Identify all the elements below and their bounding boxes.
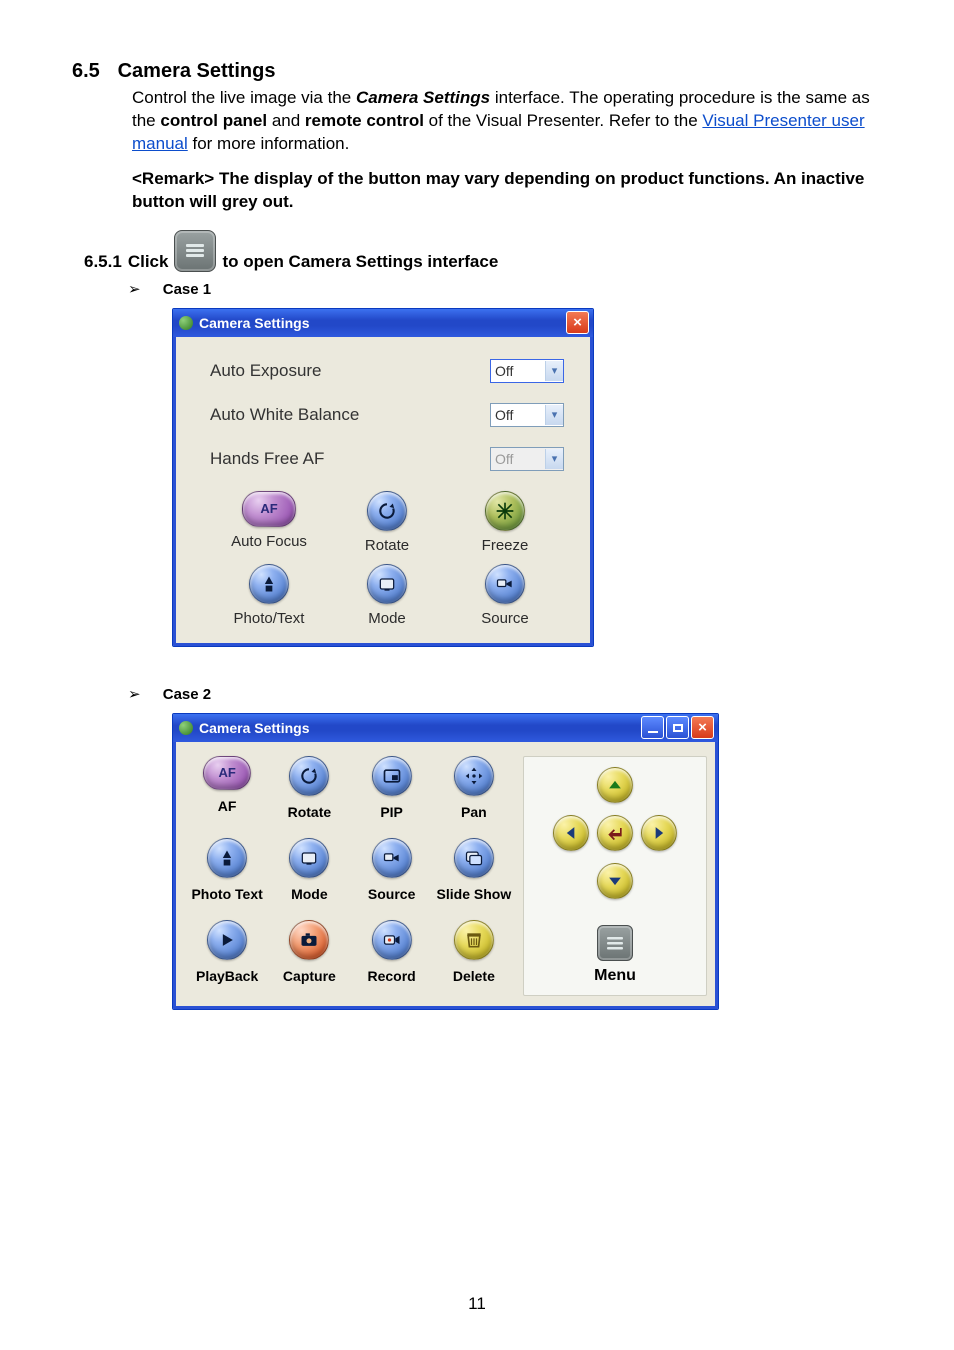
record-icon bbox=[382, 930, 402, 950]
mode-button[interactable] bbox=[367, 564, 407, 604]
capture-button[interactable] bbox=[289, 920, 329, 960]
close-button[interactable]: × bbox=[691, 716, 714, 739]
window-title: Camera Settings bbox=[199, 315, 309, 331]
freeze-button[interactable] bbox=[485, 491, 525, 531]
rotate-button[interactable] bbox=[289, 756, 329, 796]
camera-settings-window-case2: Camera Settings × AF AF Rotate bbox=[172, 713, 719, 1010]
pan-button[interactable] bbox=[454, 756, 494, 796]
app-orb-icon bbox=[179, 721, 193, 735]
rotate-icon bbox=[377, 501, 397, 521]
camera-icon bbox=[299, 930, 319, 950]
close-icon: × bbox=[698, 720, 707, 735]
window-title: Camera Settings bbox=[199, 720, 309, 736]
af-icon: AF bbox=[260, 501, 277, 516]
mode-icon bbox=[299, 848, 319, 868]
page-number: 11 bbox=[0, 1294, 954, 1314]
rotate-button[interactable] bbox=[367, 491, 407, 531]
chevron-down-icon: ▾ bbox=[545, 405, 563, 425]
mode-button[interactable] bbox=[289, 838, 329, 878]
source-icon bbox=[495, 574, 515, 594]
auto-white-balance-label: Auto White Balance bbox=[210, 405, 490, 425]
chevron-down-icon: ▾ bbox=[545, 449, 563, 469]
arrow-down-icon bbox=[605, 871, 625, 891]
case1-label: Case 1 bbox=[163, 281, 211, 298]
section-heading: 6.5 Camera Settings bbox=[72, 60, 886, 83]
hands-free-af-label: Hands Free AF bbox=[210, 449, 490, 469]
camera-settings-icon bbox=[174, 230, 216, 272]
dpad-up-button[interactable] bbox=[597, 767, 633, 803]
delete-button[interactable] bbox=[454, 920, 494, 960]
photo-text-icon bbox=[217, 848, 237, 868]
source-button[interactable] bbox=[372, 838, 412, 878]
photo-text-icon bbox=[259, 574, 279, 594]
play-icon bbox=[217, 930, 237, 950]
sub-after: to open Camera Settings interface bbox=[222, 252, 498, 272]
dpad-left-button[interactable] bbox=[553, 815, 589, 851]
intro-text: Control the live image via the Camera Se… bbox=[132, 87, 886, 156]
case2-label: Case 2 bbox=[163, 686, 211, 703]
camera-settings-window-case1: Camera Settings × Auto Exposure Off ▾ Au… bbox=[172, 308, 594, 647]
playback-button[interactable] bbox=[207, 920, 247, 960]
titlebar[interactable]: Camera Settings × bbox=[173, 714, 718, 742]
pip-button[interactable] bbox=[372, 756, 412, 796]
pip-icon bbox=[382, 766, 402, 786]
dpad-enter-button[interactable] bbox=[597, 815, 633, 851]
source-icon bbox=[382, 848, 402, 868]
minimize-button[interactable] bbox=[641, 716, 664, 739]
subsection-number: 6.5.1 bbox=[84, 252, 122, 272]
photo-text-button[interactable] bbox=[249, 564, 289, 604]
bullet-arrow-icon: ➢ bbox=[128, 686, 141, 703]
slide-show-icon bbox=[464, 848, 484, 868]
maximize-icon bbox=[673, 724, 683, 732]
chevron-down-icon: ▾ bbox=[545, 361, 563, 381]
slide-show-button[interactable] bbox=[454, 838, 494, 878]
dpad-right-button[interactable] bbox=[641, 815, 677, 851]
maximize-button[interactable] bbox=[666, 716, 689, 739]
section-number: 6.5 bbox=[72, 60, 100, 82]
af-icon: AF bbox=[218, 765, 235, 780]
close-icon: × bbox=[573, 315, 582, 330]
titlebar[interactable]: Camera Settings × bbox=[173, 309, 593, 337]
trash-icon bbox=[464, 930, 484, 950]
source-button[interactable] bbox=[485, 564, 525, 604]
record-button[interactable] bbox=[372, 920, 412, 960]
auto-focus-button[interactable]: AF bbox=[242, 491, 296, 527]
dpad-down-button[interactable] bbox=[597, 863, 633, 899]
enter-icon bbox=[605, 823, 625, 843]
auto-exposure-select[interactable]: Off ▾ bbox=[490, 359, 564, 383]
menu-label: Menu bbox=[594, 967, 636, 985]
menu-button[interactable] bbox=[597, 925, 633, 961]
arrow-up-icon bbox=[605, 775, 625, 795]
auto-exposure-label: Auto Exposure bbox=[210, 361, 490, 381]
sub-before: Click bbox=[128, 252, 169, 272]
menu-icon bbox=[603, 931, 627, 955]
arrow-left-icon bbox=[561, 823, 581, 843]
rotate-icon bbox=[299, 766, 319, 786]
pan-icon bbox=[464, 766, 484, 786]
minimize-icon bbox=[648, 731, 658, 733]
auto-white-balance-select[interactable]: Off ▾ bbox=[490, 403, 564, 427]
af-button[interactable]: AF bbox=[203, 756, 251, 790]
bullet-arrow-icon: ➢ bbox=[128, 281, 141, 298]
hands-free-af-select: Off ▾ bbox=[490, 447, 564, 471]
section-title: Camera Settings bbox=[118, 60, 276, 82]
snowflake-icon bbox=[495, 501, 515, 521]
remark-text: <Remark> The display of the button may v… bbox=[132, 168, 886, 214]
mode-icon bbox=[377, 574, 397, 594]
close-button[interactable]: × bbox=[566, 311, 589, 334]
app-orb-icon bbox=[179, 316, 193, 330]
photo-text-button[interactable] bbox=[207, 838, 247, 878]
arrow-right-icon bbox=[649, 823, 669, 843]
dpad-panel: Menu bbox=[523, 756, 707, 996]
